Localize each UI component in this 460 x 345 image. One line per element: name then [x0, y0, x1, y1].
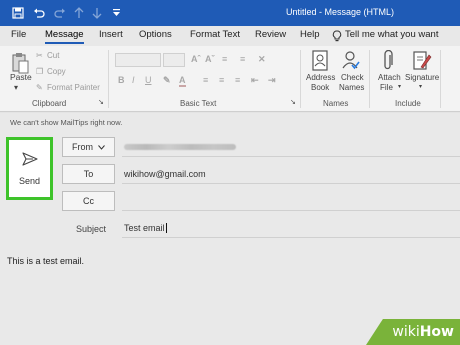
- arrow-up-icon[interactable]: [72, 4, 86, 22]
- compose-area: We can't show MailTips right now. Send F…: [0, 113, 460, 345]
- send-icon: [21, 151, 38, 171]
- signature-dropdown-icon[interactable]: ▾: [419, 83, 422, 90]
- attach-file-button-line2[interactable]: File: [380, 83, 393, 92]
- align-right-icon[interactable]: ≡: [235, 75, 240, 85]
- to-field[interactable]: wikihow@gmail.com: [122, 164, 460, 184]
- save-icon[interactable]: [10, 4, 26, 22]
- window-title: Untitled - Message (HTML): [286, 7, 395, 17]
- chevron-down-icon: [98, 142, 105, 152]
- send-button[interactable]: Send: [6, 137, 53, 200]
- signature-button[interactable]: Signature: [405, 73, 439, 82]
- ribbon-divider: [300, 50, 301, 108]
- format-painter-button[interactable]: Format Painter: [47, 83, 100, 92]
- title-bar: Untitled - Message (HTML): [0, 0, 460, 26]
- from-label: From: [72, 142, 93, 152]
- font-size-combo[interactable]: [163, 53, 185, 67]
- mailtips-bar: We can't show MailTips right now.: [10, 118, 123, 127]
- message-body[interactable]: This is a test email.: [7, 256, 84, 266]
- ribbon-divider: [369, 50, 370, 108]
- include-group-label: Include: [395, 99, 421, 108]
- check-names-button[interactable]: Check: [341, 73, 364, 82]
- to-label: To: [83, 169, 94, 179]
- paste-dropdown-icon[interactable]: ▾: [14, 83, 18, 92]
- watermark-wiki: wiki: [392, 324, 420, 340]
- align-left-icon[interactable]: ≡: [203, 75, 208, 85]
- to-recipient: wikihow@gmail.com: [124, 168, 206, 179]
- tab-message[interactable]: Message: [45, 29, 84, 44]
- watermark-how: How: [419, 324, 454, 340]
- font-color-button[interactable]: A: [179, 75, 186, 87]
- copy-button[interactable]: Copy: [47, 67, 66, 76]
- blurred-sender-address: [124, 143, 236, 150]
- format-painter-icon: ✎: [36, 83, 43, 92]
- ribbon: Paste ▾ ✂ Cut ❐ Copy ✎ Format Painter Cl…: [0, 46, 460, 112]
- redo-icon[interactable]: [52, 4, 68, 22]
- tab-format-text[interactable]: Format Text: [190, 29, 240, 40]
- address-book-button-line2[interactable]: Book: [311, 83, 329, 92]
- send-label: Send: [18, 175, 41, 186]
- to-button[interactable]: To: [62, 164, 115, 184]
- tab-help[interactable]: Help: [300, 29, 320, 40]
- underline-button[interactable]: U: [145, 75, 152, 85]
- text-cursor: [165, 222, 167, 233]
- italic-button[interactable]: I: [132, 75, 135, 85]
- attach-file-button[interactable]: Attach: [378, 73, 401, 82]
- attach-dropdown-icon[interactable]: ▾: [398, 83, 401, 90]
- cc-button[interactable]: Cc: [62, 191, 115, 211]
- names-group-label: Names: [323, 99, 349, 108]
- cc-field[interactable]: [122, 191, 460, 211]
- cc-label: Cc: [83, 196, 94, 206]
- numbering-icon[interactable]: ≡: [240, 54, 245, 64]
- ribbon-divider: [440, 50, 441, 108]
- from-button[interactable]: From: [62, 137, 115, 157]
- clear-formatting-icon[interactable]: ✕: [258, 54, 266, 65]
- bullets-icon[interactable]: ≡: [222, 54, 227, 64]
- tab-file[interactable]: File: [11, 29, 26, 40]
- ribbon-tabs: File Message Insert Options Format Text …: [0, 26, 460, 46]
- tab-options[interactable]: Options: [139, 29, 172, 40]
- subject-label: Subject: [76, 224, 107, 234]
- check-names-button-line2[interactable]: Names: [339, 83, 364, 92]
- increase-indent-icon[interactable]: ⇥: [268, 75, 276, 86]
- grow-font-icon[interactable]: Aˆ: [191, 54, 201, 64]
- basic-text-launcher-icon[interactable]: ↘: [290, 98, 296, 106]
- basic-text-group-label: Basic Text: [180, 99, 217, 108]
- customize-icon[interactable]: [110, 4, 122, 22]
- ribbon-divider: [108, 50, 109, 108]
- bold-button[interactable]: B: [118, 75, 125, 85]
- cut-button[interactable]: Cut: [47, 51, 59, 60]
- arrow-down-icon[interactable]: [90, 4, 104, 22]
- copy-icon: ❐: [36, 67, 44, 76]
- subject-value: Test email: [124, 222, 165, 233]
- tell-me-search[interactable]: Tell me what you want: [345, 29, 438, 40]
- subject-field[interactable]: Test email: [122, 218, 460, 238]
- font-name-combo[interactable]: [115, 53, 161, 67]
- lightbulb-icon: [332, 29, 342, 47]
- cut-icon: ✂: [36, 51, 43, 60]
- address-book-button[interactable]: Address: [306, 73, 335, 82]
- from-field[interactable]: [122, 137, 460, 157]
- paste-button[interactable]: Paste: [10, 72, 32, 82]
- clipboard-group-label: Clipboard: [32, 99, 67, 108]
- undo-icon[interactable]: [31, 4, 47, 22]
- clipboard-launcher-icon[interactable]: ↘: [98, 98, 104, 106]
- shrink-font-icon[interactable]: Aˇ: [205, 54, 215, 64]
- highlight-icon[interactable]: ✎: [163, 75, 171, 86]
- tab-review[interactable]: Review: [255, 29, 286, 40]
- decrease-indent-icon[interactable]: ⇤: [251, 75, 259, 86]
- tab-insert[interactable]: Insert: [99, 29, 123, 40]
- align-center-icon[interactable]: ≡: [219, 75, 224, 85]
